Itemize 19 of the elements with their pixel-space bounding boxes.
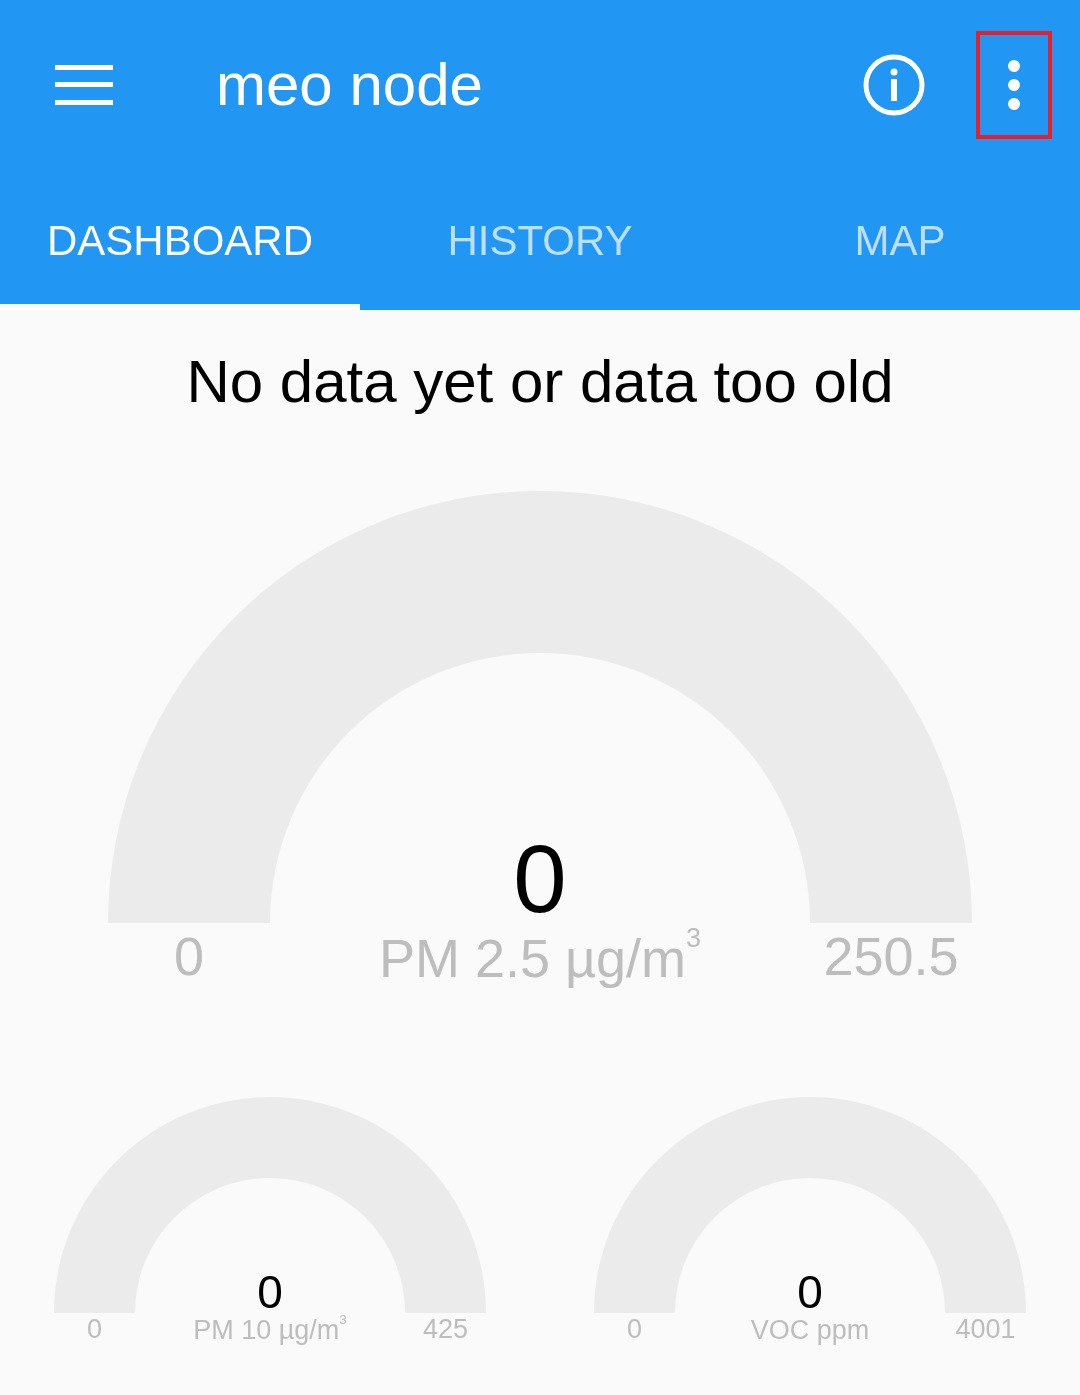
- tab[interactable]: MAP: [720, 170, 1080, 310]
- info-icon: [863, 54, 925, 116]
- app-title: meo node: [216, 55, 483, 115]
- tab[interactable]: HISTORY: [360, 170, 720, 310]
- gauge-unit: VOC ppm: [750, 1314, 870, 1348]
- more-options-icon: [1007, 60, 1021, 110]
- gauge-min: 0: [87, 1313, 102, 1347]
- tab[interactable]: DASHBOARD: [0, 170, 360, 310]
- gauge-value: 0: [797, 1269, 823, 1316]
- gauge-max: 425: [422, 1313, 469, 1347]
- menu-icon: [55, 65, 113, 105]
- gauge-value: 0: [257, 1269, 283, 1316]
- gauge-min: 0: [173, 925, 204, 988]
- gauge-max: 4001: [955, 1313, 1016, 1347]
- gauge-unit: PM 10 µg/m$^{3}$: [193, 1313, 347, 1348]
- status-message: No data yet or data too old: [186, 347, 894, 417]
- more-options-button[interactable]: [976, 31, 1052, 139]
- gauge-min: 0: [627, 1313, 642, 1347]
- gauge-max: 250.5: [823, 925, 959, 988]
